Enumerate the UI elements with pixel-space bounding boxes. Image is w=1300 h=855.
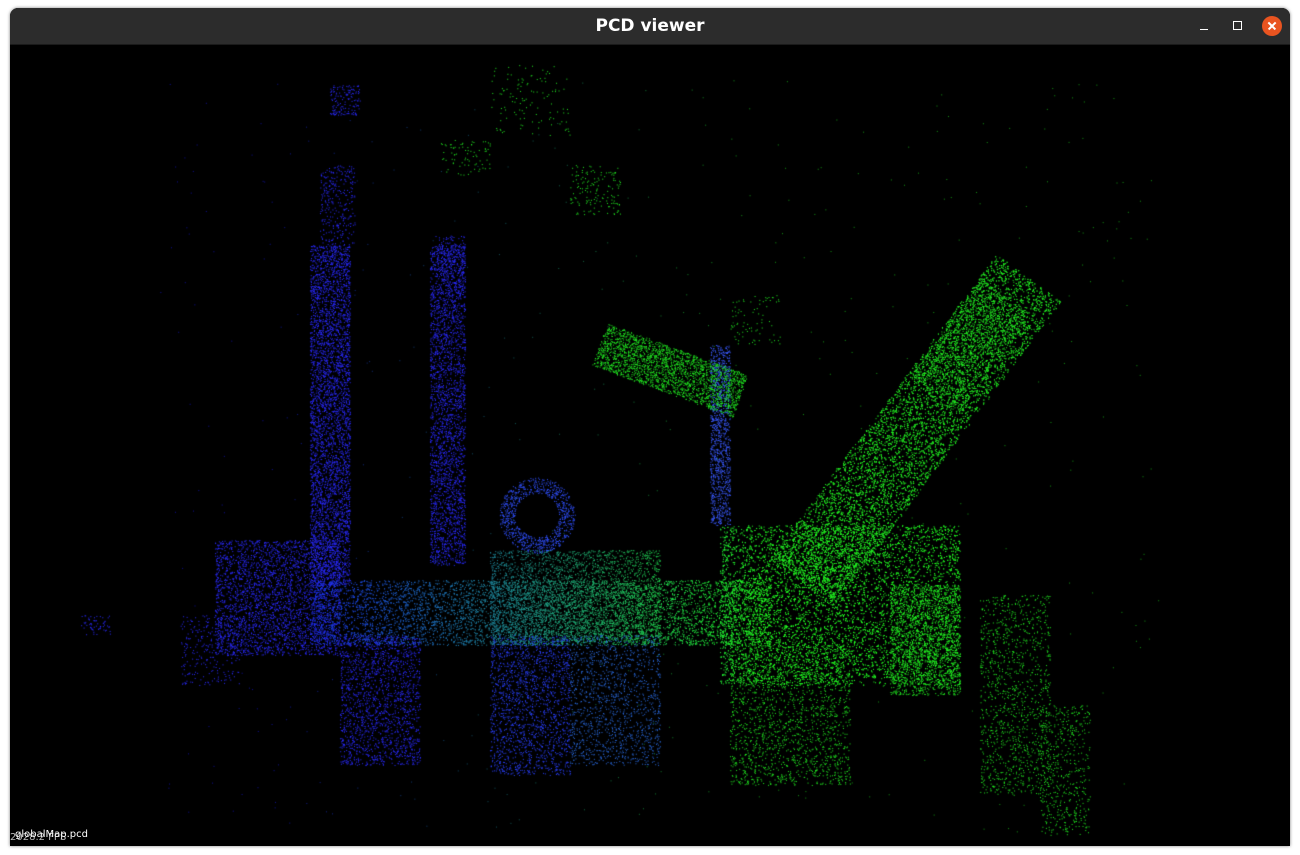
point-cloud-canvas[interactable]	[10, 45, 1290, 846]
window-title: PCD viewer	[595, 16, 705, 36]
maximize-icon[interactable]	[1228, 16, 1248, 36]
minimize-icon[interactable]	[1194, 16, 1214, 36]
point-cloud-viewport[interactable]: 2028.2 FPS globalMap.pcd	[10, 45, 1290, 846]
cloud-name-label: globalMap.pcd	[15, 829, 88, 840]
pcd-viewer-window: PCD viewer 2028.2 FPS globalMap.pcd	[10, 8, 1290, 846]
close-icon[interactable]	[1262, 16, 1282, 36]
titlebar[interactable]: PCD viewer	[10, 8, 1290, 45]
